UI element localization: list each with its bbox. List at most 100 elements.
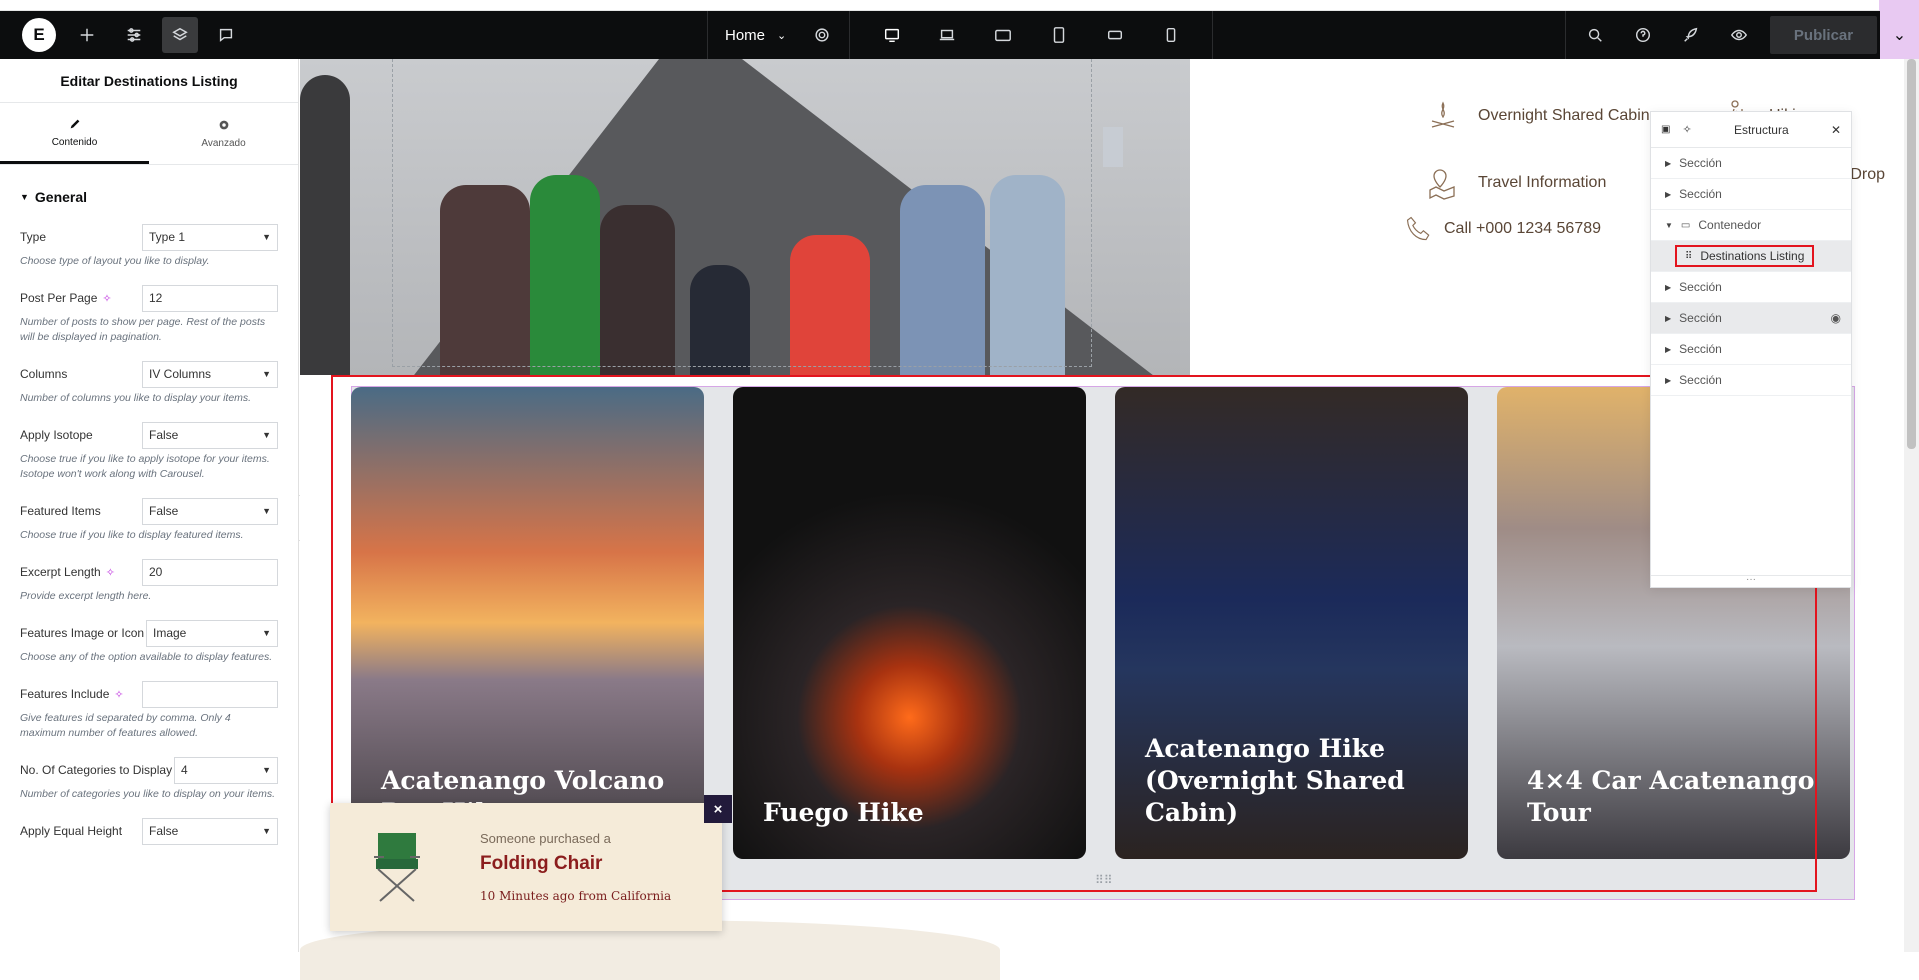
tab-label: Contenido bbox=[51, 136, 98, 148]
publish-options-chevron-icon[interactable]: ⌄ bbox=[1880, 11, 1919, 59]
control-post-per-page: Post Per Page ✧ 12 Number of posts to show… bbox=[0, 283, 298, 345]
sparkle-icon[interactable]: ✧ bbox=[1682, 123, 1691, 136]
select-value: Image bbox=[153, 626, 187, 640]
topbar-divider bbox=[707, 11, 708, 59]
control-apply-equal-height: Apply Equal Height False ▼ bbox=[0, 816, 298, 846]
feature-label: Travel Information bbox=[1478, 174, 1607, 191]
tab-contenido[interactable]: Contenido bbox=[0, 103, 149, 164]
select-value: Type 1 bbox=[149, 230, 186, 244]
top-strip-accent bbox=[1879, 0, 1919, 11]
close-icon[interactable]: ✕ bbox=[1831, 123, 1841, 137]
tab-avanzado[interactable]: Avanzado bbox=[149, 103, 298, 164]
map-pin-icon bbox=[1429, 169, 1455, 200]
caret-down-icon: ▼ bbox=[20, 192, 29, 202]
navigator-title: Estructura bbox=[1733, 122, 1789, 137]
eye-icon[interactable]: ◉ bbox=[1831, 311, 1841, 325]
caret-right-icon: ▶ bbox=[1665, 375, 1672, 385]
folding-chair-image bbox=[374, 833, 420, 902]
layers-icon[interactable] bbox=[162, 17, 198, 53]
tablet-landscape-icon[interactable] bbox=[985, 17, 1021, 53]
control-description: Provide excerpt length here. bbox=[20, 590, 152, 602]
collapse-all-icon[interactable]: ▣ bbox=[1661, 124, 1670, 135]
control-description: Choose true if you like to apply isotope… bbox=[20, 453, 270, 480]
control-label: No. Of Categories to Display bbox=[20, 763, 173, 777]
caret-right-icon: ▶ bbox=[1665, 344, 1672, 354]
navigator-item[interactable]: ▶ Sección bbox=[1651, 334, 1851, 365]
popup-product[interactable]: Folding Chair bbox=[480, 853, 602, 875]
type-select[interactable]: Type 1 ▼ bbox=[142, 223, 278, 251]
laptop-icon[interactable] bbox=[929, 17, 965, 53]
tab-label: Avanzado bbox=[201, 138, 246, 149]
ai-sparkle-icon[interactable]: ✧ bbox=[102, 292, 111, 305]
control-features-include: Features Include ✧ Give features id separ… bbox=[0, 679, 298, 741]
navigator-item-label: Sección bbox=[1679, 342, 1722, 356]
plus-icon[interactable] bbox=[69, 17, 105, 53]
topbar-divider bbox=[1212, 11, 1213, 59]
control-label: Excerpt Length bbox=[20, 565, 101, 579]
container-icon: ▭ bbox=[1680, 219, 1691, 231]
navigator-item[interactable]: ▶ Sección bbox=[1651, 272, 1851, 303]
section-general-toggle[interactable]: ▼ General bbox=[0, 172, 298, 222]
elementor-logo-button[interactable]: E bbox=[22, 18, 56, 52]
grid-handle-icon[interactable]: ⠿⠿ bbox=[1095, 873, 1113, 887]
control-categories-count: No. Of Categories to Display 4 ▼ Number of… bbox=[0, 755, 298, 802]
select-value: False bbox=[149, 428, 179, 442]
navigator-item[interactable]: ▼ ▭ Contenedor bbox=[1651, 210, 1851, 241]
post-per-page-input[interactable]: 12 bbox=[142, 284, 278, 312]
navigator-item[interactable]: ▶ Sección bbox=[1651, 365, 1851, 396]
control-label: Features Include bbox=[20, 687, 110, 701]
navigator-item-label: Sección bbox=[1679, 373, 1722, 387]
tablet-icon[interactable] bbox=[1041, 17, 1077, 53]
control-label: Type bbox=[20, 230, 47, 244]
categories-count-select[interactable]: 4 ▼ bbox=[174, 756, 278, 784]
purchase-notification[interactable]: Someone purchased a Folding Chair 10 Min… bbox=[330, 803, 722, 931]
features-image-or-icon-select[interactable]: Image ▼ bbox=[146, 619, 278, 647]
ai-sparkle-icon[interactable]: ✧ bbox=[106, 566, 115, 579]
mobile-landscape-icon[interactable] bbox=[1097, 17, 1133, 53]
chat-icon[interactable] bbox=[208, 17, 244, 53]
call-info[interactable]: Call +000 1234 56789 bbox=[1404, 214, 1601, 244]
caret-down-icon: ▼ bbox=[262, 826, 271, 836]
page-selector[interactable]: Home ⌄ bbox=[725, 11, 786, 59]
apply-isotope-select[interactable]: False ▼ bbox=[142, 421, 278, 449]
navigator-item-label: Destinations Listing bbox=[1700, 249, 1805, 263]
navigator-item[interactable]: ▶ Sección bbox=[1651, 148, 1851, 179]
control-featured-items: Featured Items False ▼ Choose true if you … bbox=[0, 496, 298, 543]
caret-right-icon: ▶ bbox=[1665, 158, 1672, 168]
control-description: Choose any of the option available to di… bbox=[20, 651, 273, 663]
navigator-resize-handle[interactable]: ··· bbox=[1651, 575, 1851, 587]
select-value: IV Columns bbox=[149, 367, 212, 381]
featured-items-select[interactable]: False ▼ bbox=[142, 497, 278, 525]
scrollbar-thumb[interactable] bbox=[1907, 59, 1916, 449]
columns-select[interactable]: IV Columns ▼ bbox=[142, 360, 278, 388]
control-label: Apply Equal Height bbox=[20, 824, 123, 838]
sliders-icon[interactable] bbox=[116, 17, 152, 53]
navigator-item-selected[interactable]: ⠿ Destinations Listing bbox=[1651, 241, 1851, 272]
publish-button[interactable]: Publicar bbox=[1770, 16, 1877, 54]
search-icon[interactable] bbox=[1577, 17, 1613, 53]
select-value: 4 bbox=[181, 763, 188, 777]
navigator-item[interactable]: ▶ Sección bbox=[1651, 179, 1851, 210]
features-include-input[interactable] bbox=[142, 680, 278, 708]
desktop-icon[interactable] bbox=[874, 17, 910, 53]
control-description: Number of posts to show per page. Rest o… bbox=[20, 316, 266, 343]
apply-equal-height-select[interactable]: False ▼ bbox=[142, 817, 278, 845]
rocket-icon[interactable] bbox=[1673, 17, 1709, 53]
topbar-divider bbox=[1565, 11, 1566, 59]
canvas-scrollbar[interactable] bbox=[1904, 59, 1919, 952]
close-icon[interactable]: × bbox=[704, 795, 732, 823]
excerpt-length-input[interactable]: 20 bbox=[142, 558, 278, 586]
control-label: Apply Isotope bbox=[20, 428, 93, 442]
column-drag-handle[interactable] bbox=[1103, 127, 1123, 167]
navigator-item[interactable]: ▶ Sección ◉ bbox=[1651, 303, 1851, 334]
gear-icon[interactable] bbox=[804, 17, 840, 53]
input-value: 12 bbox=[149, 291, 163, 305]
ai-sparkle-icon[interactable]: ✧ bbox=[114, 688, 123, 701]
phone-icon bbox=[1406, 216, 1430, 241]
mobile-icon[interactable] bbox=[1153, 17, 1189, 53]
navigator-item-label: Sección bbox=[1679, 311, 1722, 325]
eye-icon[interactable] bbox=[1721, 17, 1757, 53]
help-icon[interactable] bbox=[1625, 17, 1661, 53]
control-description: Choose true if you like to display featu… bbox=[20, 529, 244, 541]
caret-down-icon: ▼ bbox=[262, 430, 271, 440]
